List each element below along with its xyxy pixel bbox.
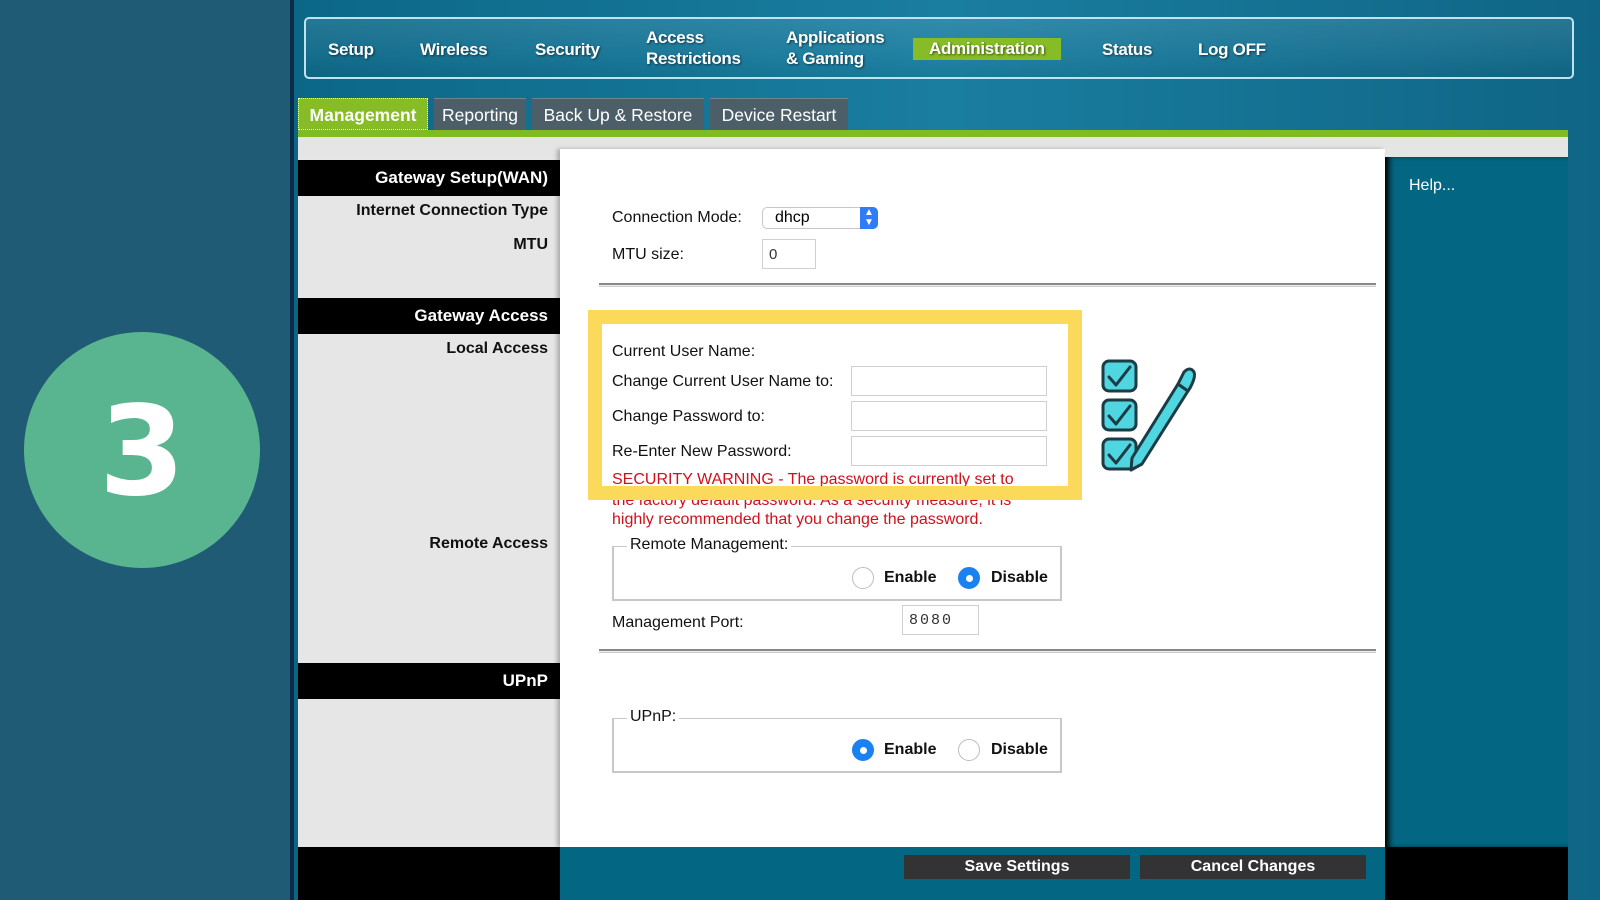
upnp-enable-label[interactable]: Enable: [884, 741, 936, 759]
step-number: 3: [98, 380, 186, 524]
highlight-callout-box: [588, 310, 1082, 500]
footer-left: [298, 847, 560, 900]
upnp-legend: UPnP:: [627, 708, 680, 726]
select-updown-icon: ▲ ▼: [860, 207, 878, 229]
tab-reporting[interactable]: Reporting: [434, 98, 526, 130]
step-badge: 3: [24, 332, 260, 568]
remote-management-enable-radio[interactable]: [852, 567, 874, 589]
nav-applications-gaming-line2: & Gaming: [786, 49, 864, 68]
nav-log-off[interactable]: Log OFF: [1198, 39, 1266, 60]
upnp-fieldset: UPnP: Enable Disable: [612, 708, 1062, 773]
remote-management-disable-label[interactable]: Disable: [991, 569, 1048, 587]
connection-mode-value: dhcp: [775, 209, 810, 226]
remote-management-fieldset: Remote Management: Enable Disable: [612, 536, 1062, 601]
nav-security[interactable]: Security: [535, 39, 600, 60]
connection-mode-select[interactable]: dhcp ▲ ▼: [762, 207, 878, 229]
help-link[interactable]: Help...: [1409, 177, 1455, 195]
nav-administration[interactable]: Administration: [913, 38, 1061, 60]
tab-management[interactable]: Management: [298, 98, 428, 130]
nav-wireless[interactable]: Wireless: [420, 39, 488, 60]
step-panel: 3: [0, 0, 290, 900]
tab-backup-restore[interactable]: Back Up & Restore: [532, 98, 704, 130]
section-header-gateway-setup: Gateway Setup(WAN): [298, 160, 560, 196]
remote-management-enable-label[interactable]: Enable: [884, 569, 936, 587]
checklist-with-pen-icon: [1101, 359, 1196, 472]
label-remote-access: Remote Access: [429, 535, 548, 552]
label-internet-connection-type: Internet Connection Type: [356, 202, 548, 219]
section-sidebar: Gateway Setup(WAN) Internet Connection T…: [298, 157, 560, 847]
security-warning-line3: highly recommended that you change the p…: [612, 511, 983, 528]
section-divider: [599, 283, 1376, 287]
cancel-changes-button[interactable]: Cancel Changes: [1140, 855, 1366, 879]
nav-access-restrictions-line1: Access: [646, 28, 704, 47]
sub-navigation: Management Reporting Back Up & Restore D…: [298, 98, 848, 132]
section-header-upnp: UPnP: [298, 663, 560, 699]
footer-right: [1385, 847, 1568, 900]
upnp-enable-radio[interactable]: [852, 739, 874, 761]
nav-applications-gaming-line1: Applications: [786, 28, 885, 47]
remote-management-disable-radio[interactable]: [958, 567, 980, 589]
mtu-size-input[interactable]: [762, 239, 816, 269]
tab-device-restart[interactable]: Device Restart: [710, 98, 848, 130]
label-local-access: Local Access: [446, 340, 548, 357]
mtu-size-label: MTU size:: [612, 246, 684, 263]
section-divider: [599, 649, 1376, 653]
nav-setup[interactable]: Setup: [328, 39, 374, 60]
nav-access-restrictions[interactable]: Access Restrictions: [646, 27, 741, 69]
upnp-disable-radio[interactable]: [958, 739, 980, 761]
section-header-gateway-access: Gateway Access: [298, 298, 560, 334]
nav-divider: [298, 130, 1568, 137]
nav-access-restrictions-line2: Restrictions: [646, 49, 741, 68]
save-settings-button[interactable]: Save Settings: [904, 855, 1130, 879]
top-navigation: Setup Wireless Security Access Restricti…: [304, 17, 1574, 79]
help-panel: Help...: [1385, 157, 1568, 847]
management-port-input[interactable]: [902, 605, 979, 635]
remote-management-legend: Remote Management:: [627, 536, 792, 554]
label-mtu: MTU: [513, 236, 548, 253]
upnp-disable-label[interactable]: Disable: [991, 741, 1048, 759]
management-port-label: Management Port:: [612, 614, 744, 631]
nav-status[interactable]: Status: [1102, 39, 1152, 60]
connection-mode-label: Connection Mode:: [612, 209, 742, 226]
nav-applications-gaming[interactable]: Applications & Gaming: [786, 27, 885, 69]
